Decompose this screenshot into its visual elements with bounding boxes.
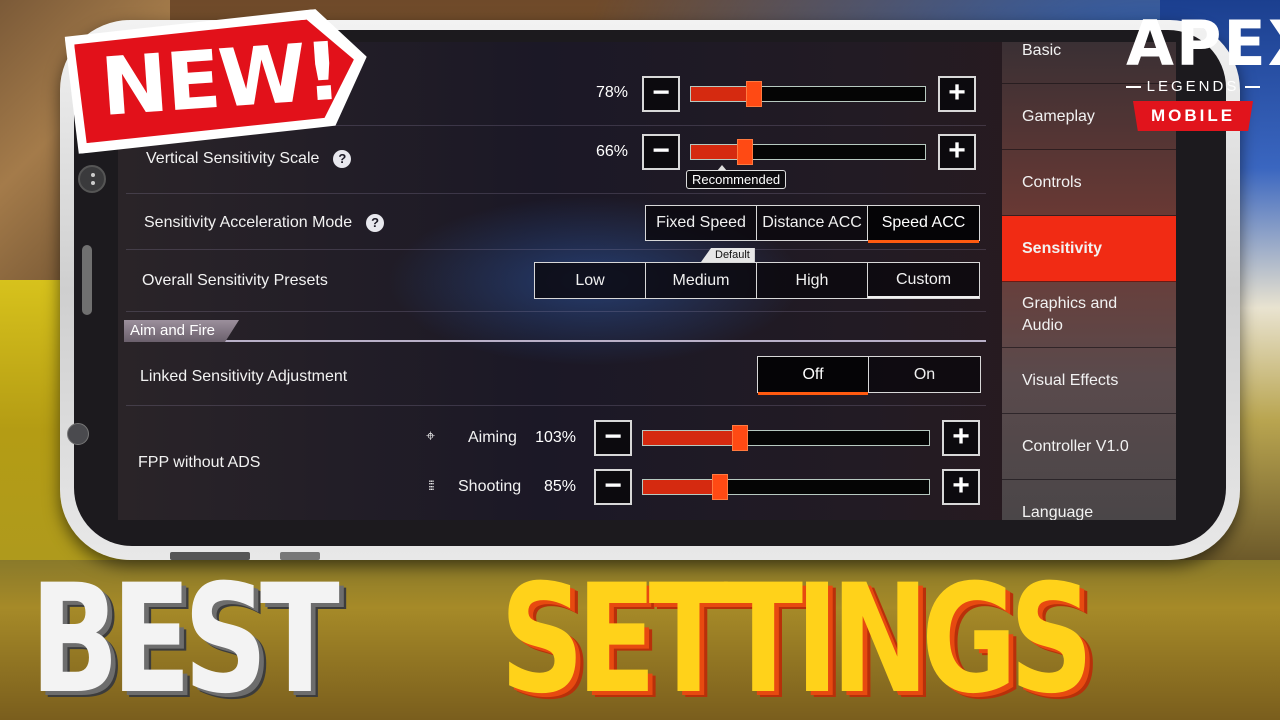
sidebar-item-controls[interactable]: Controls (1002, 150, 1176, 216)
help-icon[interactable]: ? (333, 150, 352, 168)
aiming-decrease-button[interactable]: − (594, 420, 632, 456)
shooting-decrease-button[interactable]: − (594, 469, 632, 505)
section-title: Aim and Fire (124, 320, 239, 342)
sidebar-item-label: Gameplay (1022, 107, 1095, 125)
vertical-scale-label: Vertical Sensitivity Scale? (146, 150, 352, 168)
bullets-icon: ⁞⁞⁞ (428, 478, 435, 493)
horizontal-scale-slider[interactable] (690, 81, 926, 107)
slider-handle[interactable] (732, 425, 749, 451)
aiming-slider[interactable] (642, 425, 930, 451)
shooting-value: 85% (543, 478, 576, 495)
camera-icon (78, 165, 106, 193)
sensor-icon (67, 423, 89, 445)
sidebar-item-sensitivity[interactable]: Sensitivity (1002, 216, 1176, 282)
slider-handle[interactable] (712, 474, 729, 500)
logo-subtitle: LEGENDS (1126, 78, 1260, 95)
linked-adjustment-row: Linked Sensitivity Adjustment Off On (126, 348, 986, 406)
horizontal-scale-value: 78% (595, 84, 628, 101)
slider-handle[interactable] (736, 139, 753, 165)
sidebar-item-language[interactable]: Language (1002, 480, 1176, 521)
preset-medium[interactable]: Medium (646, 263, 757, 298)
shooting-slider[interactable] (642, 474, 930, 500)
speaker-grille (82, 245, 92, 315)
fpp-without-ads-row: FPP without ADS ⌖ Aiming 103% − + ⁞⁞⁞ Sh… (126, 408, 986, 520)
logo-title: APEX (1126, 7, 1280, 80)
linked-adjustment-label: Linked Sensitivity Adjustment (140, 368, 348, 385)
option-on[interactable]: On (869, 357, 980, 392)
preset-low[interactable]: Low (535, 263, 646, 298)
acceleration-mode-label-text: Sensitivity Acceleration Mode (144, 214, 353, 232)
aiming-increase-button[interactable]: + (942, 420, 980, 456)
horizontal-scale-increase-button[interactable]: + (938, 76, 976, 112)
sidebar-item-controller[interactable]: Controller V1.0 (1002, 414, 1176, 480)
shooting-increase-button[interactable]: + (942, 469, 980, 505)
option-off[interactable]: Off (758, 357, 869, 395)
vertical-scale-row: Vertical Sensitivity Scale? 66% − + Reco… (126, 126, 986, 194)
aiming-value: 103% (535, 429, 576, 446)
slider-fill (643, 480, 721, 494)
sidebar-item-visual-effects[interactable]: Visual Effects (1002, 348, 1176, 414)
presets-selector: Low Medium High Custom (534, 262, 980, 299)
preset-custom[interactable]: Custom (868, 263, 979, 298)
option-speed-acc[interactable]: Speed ACC (868, 206, 979, 243)
apex-legends-mobile-logo: APEX LEGENDS MOBILE (1126, 7, 1280, 131)
headline-settings: SETTINGS (500, 553, 1094, 720)
acceleration-mode-selector: Fixed Speed Distance ACC Speed ACC (645, 205, 980, 243)
sidebar-item-graphics-audio[interactable]: Graphics and Audio (1002, 282, 1176, 348)
default-tag: Default (701, 248, 755, 262)
logo-subtitle-text: LEGENDS (1146, 78, 1240, 95)
sidebar-item-label: Controls (1022, 173, 1082, 191)
sidebar-item-label: Basic (1022, 42, 1062, 59)
sidebar-item-label: Controller V1.0 (1022, 437, 1129, 455)
option-distance-acc[interactable]: Distance ACC (757, 206, 868, 240)
logo-platform: MOBILE (1133, 101, 1253, 131)
horizontal-scale-decrease-button[interactable]: − (642, 76, 680, 112)
vertical-scale-increase-button[interactable]: + (938, 134, 976, 170)
vertical-scale-decrease-button[interactable]: − (642, 134, 680, 170)
acceleration-mode-row: Sensitivity Acceleration Mode? Fixed Spe… (126, 194, 986, 250)
vertical-scale-label-text: Vertical Sensitivity Scale (146, 150, 320, 168)
slider-fill (643, 431, 741, 445)
fpp-without-ads-label: FPP without ADS (138, 454, 261, 471)
slider-handle[interactable] (746, 81, 763, 107)
section-header-aim-fire: Aim and Fire (124, 320, 986, 342)
help-icon[interactable]: ? (366, 214, 385, 232)
sidebar-item-label: Visual Effects (1022, 371, 1119, 389)
aiming-label: Aiming (468, 429, 517, 446)
slider-fill (691, 87, 755, 101)
sidebar-item-label: Sensitivity (1022, 239, 1103, 257)
preset-high[interactable]: High (757, 263, 868, 298)
sidebar-item-label: Language (1022, 503, 1094, 521)
presets-label: Overall Sensitivity Presets (142, 272, 328, 289)
recommended-tooltip: Recommended (686, 165, 787, 189)
vertical-scale-value: 66% (595, 143, 628, 160)
sidebar-item-label: Graphics and Audio (1022, 294, 1118, 334)
acceleration-mode-label: Sensitivity Acceleration Mode? (144, 214, 385, 232)
vertical-scale-slider[interactable] (690, 139, 926, 165)
option-fixed-speed[interactable]: Fixed Speed (646, 206, 757, 240)
crosshair-icon: ⌖ (426, 428, 436, 445)
headline-best: BEST (30, 553, 340, 720)
shooting-label: Shooting (458, 478, 522, 495)
linked-adjustment-toggle: Off On (757, 356, 981, 395)
presets-row: Overall Sensitivity Presets Default Low … (126, 248, 986, 312)
